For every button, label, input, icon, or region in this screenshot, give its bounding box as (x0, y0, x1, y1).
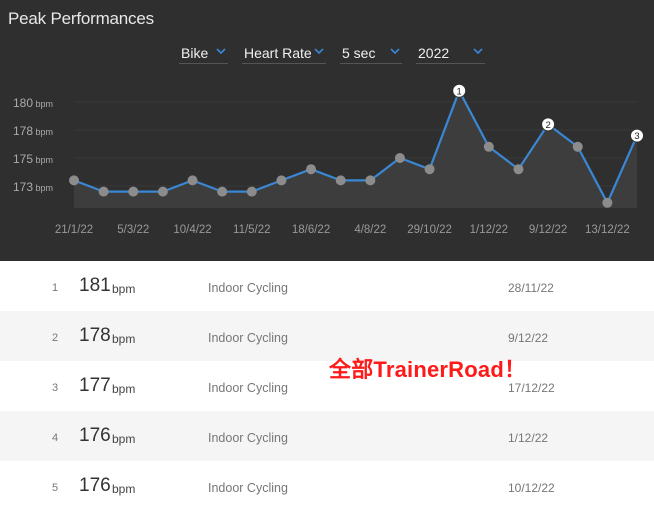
table-row[interactable]: 1 181 bpm Indoor Cycling 28/11/22 (0, 261, 654, 311)
peak-unit: bpm (112, 482, 136, 496)
data-point (157, 186, 168, 197)
peak-hr-chart: 180 bpm 178 bpm 175 bpm 173 bpm 1 2 3 21/1/22 5/… (13, 83, 644, 236)
data-point (217, 186, 228, 197)
annotation-overlay: 全部TrainerRoad！ (329, 357, 527, 382)
table-row[interactable]: 5 176 bpm Indoor Cycling 10/12/22 (0, 461, 654, 509)
y-tick-label: 180 bpm (13, 96, 53, 110)
data-point (483, 141, 494, 152)
year-dropdown-value: 2022 (418, 45, 450, 61)
metric-dropdown[interactable]: Heart Rate (242, 42, 326, 64)
activity-link[interactable]: Indoor Cycling (208, 281, 288, 295)
y-tick-label: 178 bpm (13, 124, 53, 138)
data-point (276, 175, 287, 186)
metric-dropdown-value: Heart Rate (244, 45, 312, 61)
page-title: Peak Performances (8, 9, 154, 28)
rank-number: 2 (52, 332, 59, 344)
peak-value: 178 (79, 325, 111, 346)
peak-rank-label: 1 (457, 86, 462, 97)
x-tick-label: 13/12/22 (585, 224, 630, 236)
data-point (187, 175, 198, 186)
sport-dropdown[interactable]: Bike (179, 42, 228, 64)
rank-number: 3 (52, 382, 59, 394)
x-tick-label: 29/10/22 (407, 224, 452, 236)
peak-unit: bpm (112, 382, 136, 396)
table-row[interactable]: 3 177 bpm Indoor Cycling 17/12/22 (0, 361, 654, 411)
data-point (365, 175, 376, 186)
activity-date: 10/12/22 (508, 481, 555, 495)
data-point (424, 164, 435, 175)
y-tick-label: 175 bpm (13, 152, 53, 166)
chevron-down-icon (216, 48, 226, 55)
data-point (394, 153, 405, 163)
peak-value: 181 (79, 275, 111, 296)
sport-dropdown-value: Bike (181, 45, 209, 61)
activity-link[interactable]: Indoor Cycling (208, 331, 288, 345)
chevron-down-icon (314, 48, 324, 55)
activity-date: 28/11/22 (508, 281, 554, 295)
x-tick-label: 11/5/22 (233, 224, 271, 236)
activity-link[interactable]: Indoor Cycling (208, 431, 288, 445)
rank-number: 1 (52, 282, 59, 294)
year-dropdown[interactable]: 2022 (416, 42, 485, 64)
peak-unit: bpm (112, 432, 136, 446)
activity-date: 9/12/22 (508, 331, 549, 345)
peak-value: 177 (79, 375, 111, 396)
x-tick-label: 21/1/22 (55, 224, 93, 236)
rank-number: 5 (52, 482, 59, 494)
peak-rank-label: 2 (545, 120, 550, 131)
data-point (513, 164, 524, 175)
data-point (335, 175, 346, 186)
data-point (128, 186, 139, 197)
x-tick-label: 18/6/22 (292, 224, 330, 236)
x-tick-label: 9/12/22 (529, 224, 567, 236)
data-point (69, 175, 79, 186)
data-point (306, 164, 317, 175)
peak-value: 176 (79, 475, 111, 496)
data-point (246, 186, 257, 197)
chevron-down-icon (390, 48, 400, 55)
data-point (98, 186, 109, 197)
data-point (602, 197, 613, 208)
x-tick-label: 1/12/22 (470, 224, 508, 236)
filter-bar: Bike Heart Rate 5 sec 2022 (0, 42, 654, 66)
x-tick-label: 4/8/22 (354, 224, 386, 236)
peak-rank-label: 3 (634, 131, 639, 142)
peak-table: 1 181 bpm Indoor Cycling 28/11/22 2 178 bpm Indo… (0, 261, 654, 509)
duration-dropdown-value: 5 sec (342, 45, 376, 61)
chevron-down-icon (473, 48, 483, 55)
x-tick-label: 10/4/22 (173, 224, 211, 236)
peak-unit: bpm (112, 282, 136, 296)
x-tick-label: 5/3/22 (117, 224, 149, 236)
table-row[interactable]: 2 178 bpm Indoor Cycling 9/12/22 (0, 311, 654, 361)
peak-unit: bpm (112, 332, 136, 346)
duration-dropdown[interactable]: 5 sec (340, 42, 402, 64)
table-row[interactable]: 4 176 bpm Indoor Cycling 1/12/22 (0, 411, 654, 461)
rank-number: 4 (52, 432, 59, 444)
y-tick-label: 173 bpm (13, 180, 53, 194)
activity-link[interactable]: Indoor Cycling (208, 481, 288, 495)
activity-date: 1/12/22 (508, 431, 549, 445)
activity-link[interactable]: Indoor Cycling (208, 381, 288, 395)
peak-value: 176 (79, 425, 111, 446)
data-point (572, 141, 583, 152)
